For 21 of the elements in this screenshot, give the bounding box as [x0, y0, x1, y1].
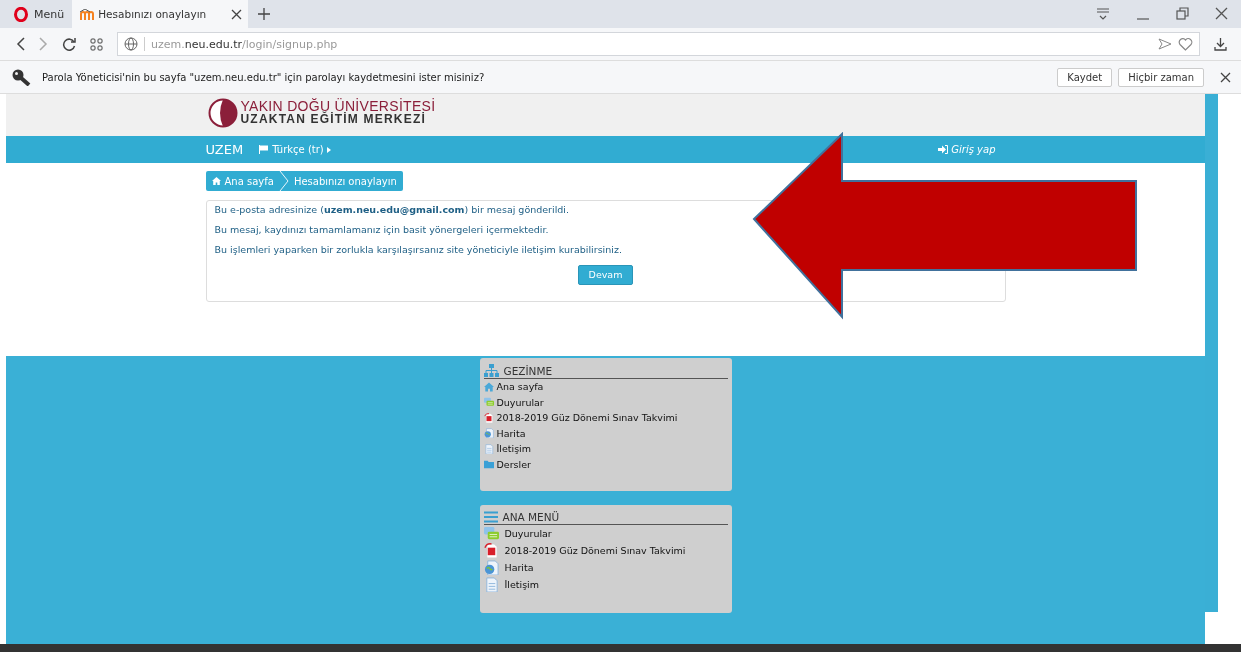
message-text: Bu işlemleri yaparken bir zorlukla karşılaşırsanız site yöneticiyle iletişim kurabilirsiniz. — [214, 243, 623, 257]
menu-link[interactable]: Ana sayfa — [496, 381, 544, 393]
message-text: Bu e-posta adresinize (uzem.neu.edu@gmail.com) bir mesaj gönderildi. — [214, 203, 570, 217]
menu-link[interactable]: Duyurular — [504, 528, 552, 539]
block-title: GEZİNME — [503, 364, 553, 377]
never-button[interactable]: Hiçbir zaman — [1118, 67, 1204, 87]
menu-link[interactable]: 2018-2019 Güz Dönemi Sınav Takvimi — [504, 545, 686, 556]
menu-link[interactable]: Harita — [504, 562, 534, 573]
menu-link[interactable]: 2018-2019 Güz Dönemi Sınav Takvimi — [496, 412, 678, 424]
block-title: ANA MENÜ — [502, 511, 560, 523]
save-button[interactable]: Kaydet — [1057, 67, 1113, 87]
menu-link[interactable]: Dersler — [496, 458, 531, 470]
university-logo[interactable]: YAKIN DOĞU ÜNİVERSİTESİ UZAKTAN EĞİTİM MERKEZİ — [207, 98, 436, 128]
menu-link[interactable]: İletişim — [496, 443, 531, 455]
menu-link[interactable]: İletişim — [504, 579, 539, 590]
address-field[interactable]: uzem.neu.edu.tr/login/signup.php — [117, 32, 1200, 56]
browser-tab[interactable]: Hesabınızı onaylayın — [72, 0, 249, 28]
menu-link[interactable]: Harita — [496, 427, 526, 439]
message-text: Bu mesaj, kaydınızı tamamlamanız için basit yönergeleri içermektedir. — [214, 223, 550, 237]
menu-link[interactable]: Duyurular — [496, 396, 544, 408]
password-prompt: Parola Yöneticisi'nin bu sayfa "uzem.neu.edu.tr" için parolayı kaydetmesini ister misiniz? — [42, 71, 485, 83]
